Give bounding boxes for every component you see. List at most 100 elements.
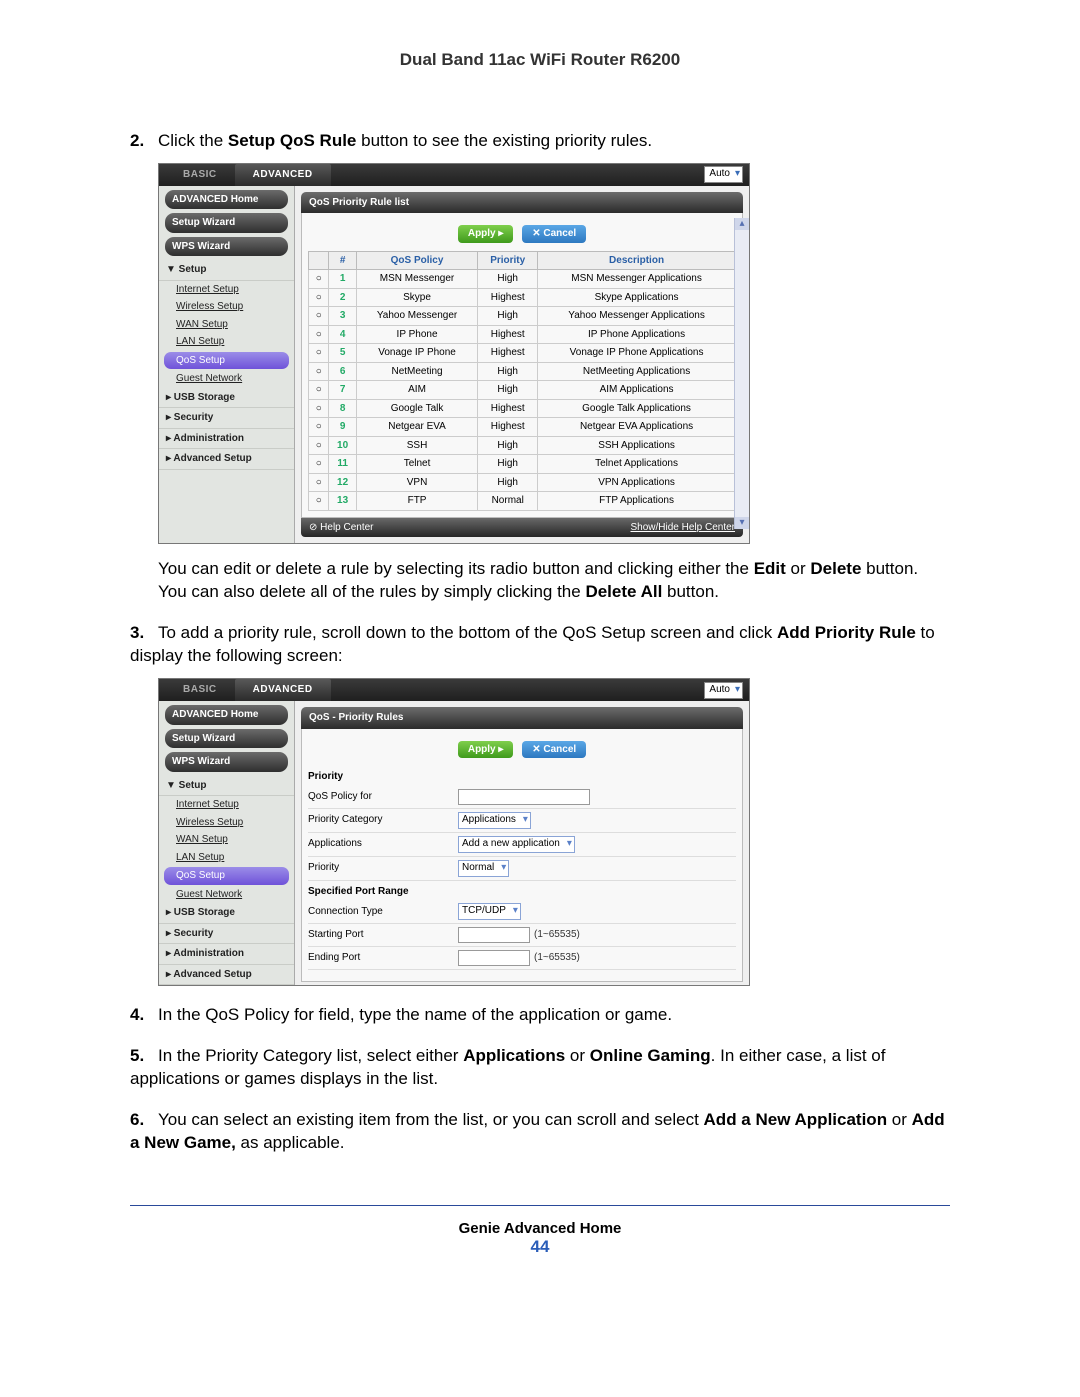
table-header <box>309 251 329 270</box>
select-applications[interactable]: Add a new application <box>458 836 575 853</box>
table-row: ○8Google TalkHighestGoogle Talk Applicat… <box>309 399 736 418</box>
label-start-port: Starting Port <box>308 928 458 942</box>
panel-title: QoS Priority Rule list <box>301 192 743 214</box>
select-priority[interactable]: Normal <box>458 860 509 877</box>
language-select[interactable]: Auto <box>704 166 743 183</box>
table-row: ○13FTPNormalFTP Applications <box>309 492 736 511</box>
help-center[interactable]: ⊘ Help Center <box>309 521 374 535</box>
table-row: ○4IP PhoneHighestIP Phone Applications <box>309 325 736 344</box>
sidebar-wireless[interactable]: Wireless Setup <box>159 298 294 316</box>
scrollbar[interactable]: ▴▾ <box>734 218 749 530</box>
sidebar-admin[interactable]: ▸ Administration <box>159 944 294 965</box>
sidebar-advsetup[interactable]: ▸ Advanced Setup <box>159 449 294 470</box>
sidebar-qos[interactable]: QoS Setup <box>164 867 289 885</box>
sidebar-lan[interactable]: LAN Setup <box>159 333 294 351</box>
sidebar-setup[interactable]: ▼ Setup <box>159 260 294 281</box>
language-select[interactable]: Auto <box>704 682 743 699</box>
sidebar-lan[interactable]: LAN Setup <box>159 849 294 867</box>
qos-table: #QoS PolicyPriorityDescription ○1MSN Mes… <box>308 251 736 511</box>
table-row: ○3Yahoo MessengerHighYahoo Messenger App… <box>309 307 736 326</box>
sidebar-home[interactable]: ADVANCED Home <box>165 705 288 725</box>
table-header: Priority <box>478 251 538 270</box>
radio-button[interactable]: ○ <box>309 381 329 400</box>
router-screenshot-1: BASIC ADVANCED Auto ADVANCED Home Setup … <box>158 163 750 545</box>
footer-page: 44 <box>130 1237 950 1257</box>
sidebar-usb[interactable]: ▸ USB Storage <box>159 388 294 409</box>
sidebar-setup-wizard[interactable]: Setup Wizard <box>165 729 288 749</box>
sidebar-qos[interactable]: QoS Setup <box>164 352 289 370</box>
radio-button[interactable]: ○ <box>309 473 329 492</box>
select-category[interactable]: Applications <box>458 812 531 829</box>
table-row: ○11TelnetHighTelnet Applications <box>309 455 736 474</box>
sidebar-usb[interactable]: ▸ USB Storage <box>159 903 294 924</box>
sidebar-home[interactable]: ADVANCED Home <box>165 190 288 210</box>
step-3: 3.To add a priority rule, scroll down to… <box>130 622 950 986</box>
radio-button[interactable]: ○ <box>309 307 329 326</box>
tab-basic[interactable]: BASIC <box>165 164 235 186</box>
radio-button[interactable]: ○ <box>309 288 329 307</box>
sidebar-security[interactable]: ▸ Security <box>159 408 294 429</box>
radio-button[interactable]: ○ <box>309 344 329 363</box>
tab-advanced[interactable]: ADVANCED <box>235 164 331 186</box>
label-policy-for: QoS Policy for <box>308 790 458 804</box>
radio-button[interactable]: ○ <box>309 436 329 455</box>
apply-button[interactable]: Apply ▸ <box>458 741 514 759</box>
sidebar-setup-wizard[interactable]: Setup Wizard <box>165 213 288 233</box>
table-row: ○10SSHHighSSH Applications <box>309 436 736 455</box>
sidebar: ADVANCED Home Setup Wizard WPS Wizard ▼ … <box>159 186 295 544</box>
sidebar-wireless[interactable]: Wireless Setup <box>159 814 294 832</box>
scroll-up-icon[interactable]: ▴ <box>735 218 749 230</box>
radio-button[interactable]: ○ <box>309 399 329 418</box>
radio-button[interactable]: ○ <box>309 418 329 437</box>
router-screenshot-2: BASIC ADVANCED Auto ADVANCED Home Setup … <box>158 678 750 986</box>
sidebar: ADVANCED Home Setup Wizard WPS Wizard ▼ … <box>159 701 295 985</box>
step-4: 4.In the QoS Policy for field, type the … <box>130 1004 950 1027</box>
port-header: Specified Port Range <box>308 881 736 901</box>
step-5: 5.In the Priority Category list, select … <box>130 1045 950 1091</box>
table-row: ○2SkypeHighestSkype Applications <box>309 288 736 307</box>
table-row: ○12VPNHighVPN Applications <box>309 473 736 492</box>
cancel-button[interactable]: ✕ Cancel <box>522 225 586 243</box>
label-category: Priority Category <box>308 813 458 827</box>
table-row: ○5Vonage IP PhoneHighestVonage IP Phone … <box>309 344 736 363</box>
sidebar-wan[interactable]: WAN Setup <box>159 831 294 849</box>
radio-button[interactable]: ○ <box>309 325 329 344</box>
sidebar-wps-wizard[interactable]: WPS Wizard <box>165 237 288 257</box>
sidebar-wan[interactable]: WAN Setup <box>159 316 294 334</box>
sidebar-advsetup[interactable]: ▸ Advanced Setup <box>159 965 294 986</box>
table-row: ○6NetMeetingHighNetMeeting Applications <box>309 362 736 381</box>
apply-button[interactable]: Apply ▸ <box>458 225 514 243</box>
step-2: 2.Click the Setup QoS Rule button to see… <box>130 130 950 604</box>
sidebar-internet[interactable]: Internet Setup <box>159 796 294 814</box>
tab-advanced[interactable]: ADVANCED <box>235 679 331 701</box>
tab-basic[interactable]: BASIC <box>165 679 235 701</box>
doc-title: Dual Band 11ac WiFi Router R6200 <box>130 50 950 70</box>
radio-button[interactable]: ○ <box>309 362 329 381</box>
sidebar-security[interactable]: ▸ Security <box>159 924 294 945</box>
sidebar-setup[interactable]: ▼ Setup <box>159 776 294 797</box>
sidebar-guest[interactable]: Guest Network <box>159 370 294 388</box>
cancel-button[interactable]: ✕ Cancel <box>522 741 586 759</box>
table-header: # <box>329 251 356 270</box>
radio-button[interactable]: ○ <box>309 455 329 474</box>
label-conn-type: Connection Type <box>308 905 458 919</box>
sidebar-guest[interactable]: Guest Network <box>159 886 294 904</box>
input-policy-for[interactable] <box>458 789 590 805</box>
input-start-port[interactable] <box>458 927 530 943</box>
step-6: 6.You can select an existing item from t… <box>130 1109 950 1155</box>
radio-button[interactable]: ○ <box>309 492 329 511</box>
footer-title: Genie Advanced Home <box>130 1220 950 1237</box>
label-applications: Applications <box>308 837 458 851</box>
radio-button[interactable]: ○ <box>309 270 329 289</box>
scroll-down-icon[interactable]: ▾ <box>735 517 749 529</box>
table-row: ○7AIMHighAIM Applications <box>309 381 736 400</box>
sidebar-admin[interactable]: ▸ Administration <box>159 429 294 450</box>
table-row: ○9Netgear EVAHighestNetgear EVA Applicat… <box>309 418 736 437</box>
toggle-help[interactable]: Show/Hide Help Center <box>631 521 736 535</box>
sidebar-wps-wizard[interactable]: WPS Wizard <box>165 752 288 772</box>
label-priority: Priority <box>308 861 458 875</box>
range-note: (1~65535) <box>534 951 580 965</box>
sidebar-internet[interactable]: Internet Setup <box>159 281 294 299</box>
select-conn-type[interactable]: TCP/UDP <box>458 903 521 920</box>
input-end-port[interactable] <box>458 950 530 966</box>
